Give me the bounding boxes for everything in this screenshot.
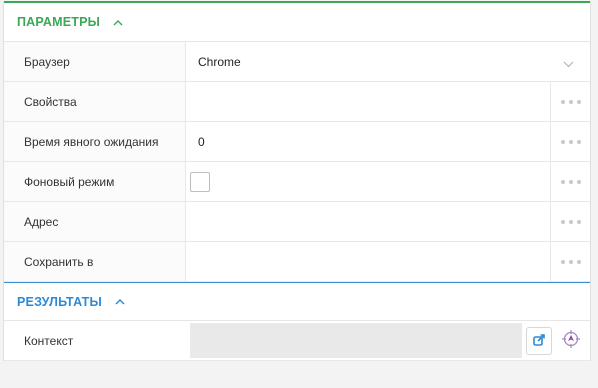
param-label: Адрес <box>4 202 186 241</box>
param-label: Сохранить в <box>4 242 186 281</box>
param-label: Время явного ожидания <box>4 122 186 161</box>
chevron-down-icon[interactable] <box>563 57 574 71</box>
ellipsis-icon <box>560 99 565 104</box>
explicit-wait-field[interactable]: 0 <box>186 122 550 161</box>
ellipsis-icon <box>560 219 565 224</box>
properties-panel: ПАРАМЕТРЫ Браузер Chrome Свойства Время … <box>3 1 591 361</box>
save-to-field[interactable] <box>186 242 550 281</box>
results-title: РЕЗУЛЬТАТЫ <box>17 294 102 309</box>
param-row-explicit-wait: Время явного ожидания 0 <box>4 122 590 162</box>
context-locate-button[interactable] <box>556 321 586 360</box>
export-icon <box>532 333 546 350</box>
chevron-up-icon[interactable] <box>112 16 124 28</box>
address-more-button[interactable] <box>550 202 590 241</box>
explicit-wait-value: 0 <box>198 134 205 149</box>
param-row-save-to: Сохранить в <box>4 242 590 282</box>
result-label: Контекст <box>24 333 74 348</box>
param-row-browser: Браузер Chrome <box>4 42 590 82</box>
background-mode-more-button[interactable] <box>550 162 590 201</box>
properties-field[interactable] <box>186 82 550 121</box>
parameters-header[interactable]: ПАРАМЕТРЫ <box>4 1 590 42</box>
results-header[interactable]: РЕЗУЛЬТАТЫ <box>4 282 590 321</box>
chevron-up-icon[interactable] <box>114 296 126 308</box>
param-row-background-mode: Фоновый режим <box>4 162 590 202</box>
explicit-wait-more-button[interactable] <box>550 122 590 161</box>
crosshair-icon <box>561 329 581 352</box>
param-row-properties: Свойства <box>4 82 590 122</box>
browser-select[interactable]: Chrome <box>186 42 590 81</box>
parameters-title: ПАРАМЕТРЫ <box>17 15 101 29</box>
background-mode-checkbox[interactable] <box>190 171 210 192</box>
context-field[interactable] <box>190 323 522 358</box>
ellipsis-icon <box>560 139 565 144</box>
ellipsis-icon <box>560 259 565 264</box>
ellipsis-icon <box>560 179 565 184</box>
save-to-more-button[interactable] <box>550 242 590 281</box>
background-mode-cell <box>186 162 550 201</box>
context-export-button[interactable] <box>526 327 552 355</box>
param-label: Свойства <box>4 82 186 121</box>
param-label: Фоновый режим <box>4 162 186 201</box>
address-field[interactable] <box>186 202 550 241</box>
browser-select-value: Chrome <box>198 54 241 69</box>
result-row-context: Контекст <box>4 321 590 361</box>
param-label: Браузер <box>4 42 186 81</box>
param-row-address: Адрес <box>4 202 590 242</box>
properties-more-button[interactable] <box>550 82 590 121</box>
